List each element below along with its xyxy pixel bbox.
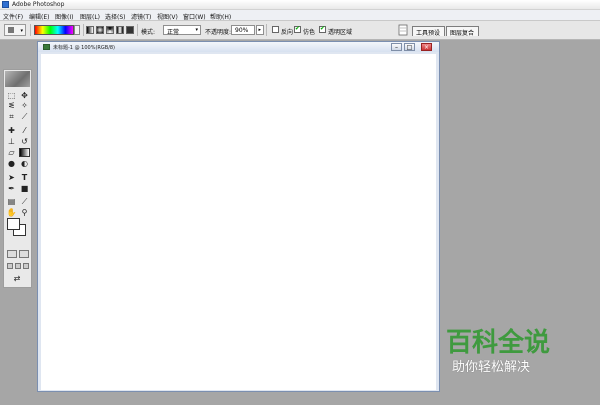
document-window: 未标题-1 @ 100%(RGB/8) – □ × [37,41,440,392]
quick-mask-button[interactable] [19,250,29,258]
opacity-label: 不透明度: [205,29,232,36]
menu-filter[interactable]: 滤镜(T) [131,12,151,21]
tab-layer-comps[interactable]: 图层复合 [446,26,479,37]
stamp-icon[interactable]: ⊥ [6,137,17,146]
menu-bar: 文件(F) 编辑(E) 图像(I) 图层(L) 选择(S) 滤镜(T) 视图(V… [0,10,600,21]
zoom-icon[interactable]: ⚲ [19,208,30,217]
screen-mode-standard[interactable] [7,263,13,269]
mode-select[interactable]: 正常 ▾ [163,25,201,36]
close-button[interactable]: × [421,43,432,51]
tab-layer-comps-label: 图层复合 [450,30,475,37]
canvas[interactable] [41,54,436,390]
mode-value: 正常 [167,29,180,36]
diamond-gradient-button[interactable] [126,26,134,34]
menu-select[interactable]: 选择(S) [105,12,126,21]
watermark-sub: 助你轻松解决 [452,360,531,375]
screen-mode-menu[interactable] [15,263,21,269]
tab-tool-presets[interactable]: 工具预设 [412,26,445,37]
chevron-right-icon: ▸ [258,27,261,33]
document-title: 未标题-1 @ 100%(RGB/8) [53,45,116,51]
slice-icon[interactable]: ⟋ [19,112,30,121]
gradient-tool-icon [8,27,14,33]
reverse-checkbox[interactable] [272,26,279,33]
standard-mode-button[interactable] [7,250,17,258]
dodge-icon[interactable]: ◐ [19,159,30,168]
divider [83,24,84,36]
mode-label: 模式: [141,29,156,36]
transparency-label: 透明区域 [328,29,353,36]
document-title-bar[interactable]: 未标题-1 @ 100%(RGB/8) – □ × [38,42,439,52]
history-brush-icon[interactable]: ↺ [19,137,30,146]
lasso-icon[interactable]: ᓬ [6,101,17,110]
notes-icon[interactable]: ▤ [6,197,17,206]
menu-view[interactable]: 视图(V) [157,12,178,21]
opacity-value: 90% [235,27,249,34]
menu-file[interactable]: 文件(F) [3,12,23,21]
crop-icon[interactable]: ⌗ [6,112,17,121]
move-icon[interactable]: ✥ [19,91,30,100]
menu-window[interactable]: 窗口(W) [183,12,206,21]
brush-icon [5,71,30,87]
watermark: 百科全说 助你轻松解决 [422,320,578,380]
eyedropper-icon[interactable]: ⟋ [19,197,30,206]
palette-well-icon[interactable] [398,24,408,36]
path-select-icon[interactable]: ➤ [6,173,17,182]
chevron-down-icon: ▾ [195,27,198,33]
reverse-label: 反向 [281,29,294,36]
eraser-icon[interactable]: ▱ [6,148,17,157]
check-icon: ✔ [320,25,326,32]
title-bar: Adobe Photoshop [0,0,600,10]
linear-gradient-button[interactable] [86,26,94,34]
divider [266,24,267,36]
menu-help[interactable]: 帮助(H) [210,12,231,21]
reflected-gradient-button[interactable] [116,26,124,34]
gradient-dropdown-button[interactable] [74,25,80,35]
opacity-field[interactable]: 90% [231,25,255,35]
tab-tool-presets-label: 工具预设 [416,30,441,37]
brush-tool-icon[interactable]: ⁄ [19,126,30,135]
blur-icon[interactable]: ● [6,159,17,168]
magic-wand-icon[interactable]: ✧ [19,101,30,110]
watermark-main: 百科全说 [446,328,551,358]
tool-preset-picker[interactable]: ▾ [4,24,26,36]
menu-image[interactable]: 图像(I) [55,12,73,21]
document-icon [43,44,50,50]
pen-icon[interactable]: ✒ [6,184,17,193]
dither-checkbox[interactable]: ✔ [294,25,301,33]
menu-layer[interactable]: 图层(L) [80,12,100,21]
window-title: Adobe Photoshop [12,1,65,8]
hand-icon[interactable]: ✋ [6,208,17,217]
divider [137,24,138,36]
toolbox: ⬚ ✥ ᓬ ✧ ⌗ ⟋ ✚ ⁄ ⊥ ↺ ▱ ● ◐ ➤ T ✒ ■ ▤ ⟋ ✋ … [3,69,32,288]
check-icon: ✔ [295,25,301,32]
app-icon [2,1,9,8]
gradient-picker[interactable] [34,25,74,35]
minimize-button[interactable]: – [391,43,402,51]
chevron-down-icon: ▾ [20,28,23,34]
marquee-icon[interactable]: ⬚ [6,91,17,100]
healing-icon[interactable]: ✚ [6,126,17,135]
radial-gradient-button[interactable] [96,26,104,34]
opacity-slider-button[interactable]: ▸ [256,25,264,35]
foreground-color-swatch[interactable] [7,218,20,230]
jump-to-imageready-icon[interactable]: ⇄ [6,274,28,283]
gradient-tool-icon[interactable] [19,148,30,157]
angle-gradient-button[interactable] [106,26,114,34]
divider [30,24,31,36]
type-icon[interactable]: T [19,173,30,182]
screen-mode-full[interactable] [23,263,29,269]
transparency-checkbox[interactable]: ✔ [319,25,326,33]
maximize-button[interactable]: □ [404,43,415,51]
dither-label: 仿色 [303,29,316,36]
shape-icon[interactable]: ■ [19,184,30,193]
menu-edit[interactable]: 编辑(E) [29,12,49,21]
options-bar: ▾ 模式: 正常 ▾ 不透明度: 90% ▸ 反向 ✔ 仿色 ✔ 透明区域 工具… [0,21,600,40]
